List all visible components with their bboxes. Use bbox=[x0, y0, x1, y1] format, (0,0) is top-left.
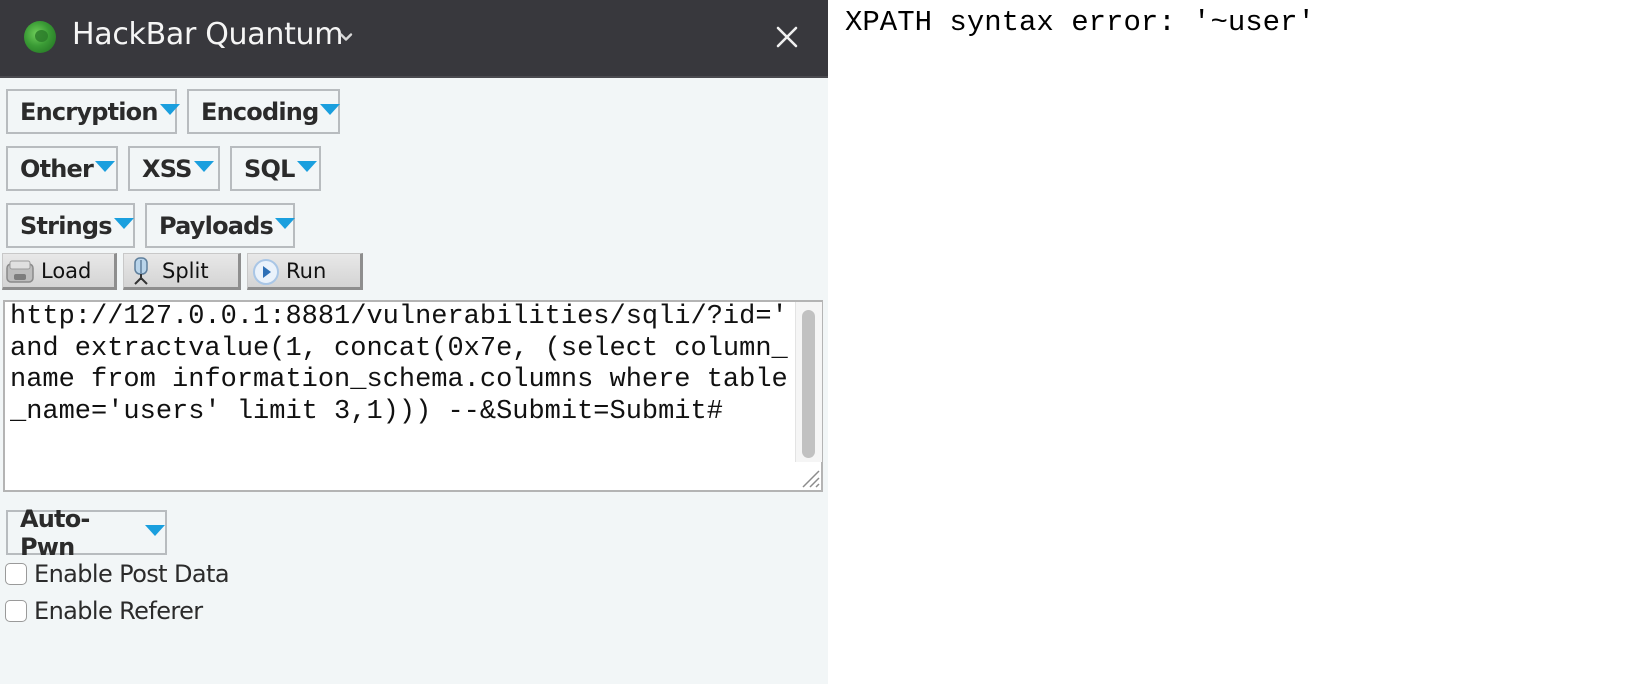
load-label: Load bbox=[41, 258, 92, 283]
run-label: Run bbox=[286, 258, 327, 283]
encoding-menu-button[interactable]: Encoding bbox=[187, 89, 341, 134]
close-icon[interactable] bbox=[772, 22, 802, 52]
load-icon bbox=[6, 260, 34, 283]
resize-handle-icon[interactable] bbox=[797, 465, 821, 489]
strings-menu-button[interactable]: Strings bbox=[6, 203, 135, 248]
strings-menu-label: Strings bbox=[20, 211, 113, 240]
dropdown-arrow-icon bbox=[296, 161, 317, 172]
encryption-menu-label: Encryption bbox=[20, 97, 158, 126]
sql-menu-label: SQL bbox=[244, 154, 295, 183]
other-menu-label: Other bbox=[20, 154, 94, 183]
dropdown-arrow-icon bbox=[159, 104, 180, 115]
enable-referer-label[interactable]: Enable Referer bbox=[34, 597, 203, 625]
sql-menu-button[interactable]: SQL bbox=[230, 146, 321, 191]
hackbar-sidebar: HackBar Quantum Encryption Encoding Othe… bbox=[0, 0, 828, 684]
enable-referer-option[interactable]: Enable Referer bbox=[5, 597, 203, 625]
url-text[interactable]: http://127.0.0.1:8881/vulnerabilities/sq… bbox=[10, 302, 792, 488]
payloads-menu-label: Payloads bbox=[159, 211, 274, 240]
dropdown-arrow-icon bbox=[320, 104, 341, 115]
execute-url-button[interactable]: Run bbox=[247, 253, 363, 290]
enable-referer-checkbox[interactable] bbox=[5, 600, 27, 622]
page-error-message: XPATH syntax error: '~user' bbox=[845, 6, 1315, 39]
chevron-down-icon[interactable] bbox=[339, 30, 353, 44]
enable-post-data-option[interactable]: Enable Post Data bbox=[5, 560, 230, 588]
other-menu-button[interactable]: Other bbox=[6, 146, 118, 191]
split-label: Split bbox=[162, 258, 209, 283]
hackbar-logo-icon bbox=[24, 21, 56, 53]
enable-post-data-label[interactable]: Enable Post Data bbox=[34, 560, 230, 588]
xss-menu-button[interactable]: XSS bbox=[128, 146, 220, 191]
dropdown-arrow-icon bbox=[275, 218, 296, 229]
autopwn-menu-label: Auto-Pwn bbox=[20, 504, 90, 561]
run-icon bbox=[253, 258, 279, 285]
url-textarea[interactable]: http://127.0.0.1:8881/vulnerabilities/sq… bbox=[3, 300, 823, 492]
vertical-scrollbar[interactable] bbox=[795, 302, 822, 462]
load-url-button[interactable]: Load bbox=[2, 253, 117, 290]
split-icon bbox=[134, 256, 148, 285]
payloads-menu-button[interactable]: Payloads bbox=[145, 203, 296, 248]
sidebar-header: HackBar Quantum bbox=[0, 0, 828, 78]
dropdown-arrow-icon bbox=[95, 161, 116, 172]
xss-menu-label: XSS bbox=[142, 154, 192, 183]
encoding-menu-label: Encoding bbox=[201, 97, 319, 126]
autopwn-menu-button[interactable]: Auto-Pwn bbox=[6, 505, 167, 561]
scrollbar-thumb[interactable] bbox=[802, 310, 815, 458]
dropdown-arrow-icon bbox=[193, 161, 214, 172]
dropdown-arrow-icon bbox=[113, 218, 134, 229]
sidebar-title[interactable]: HackBar Quantum bbox=[72, 17, 343, 52]
enable-post-data-checkbox[interactable] bbox=[5, 563, 27, 585]
encryption-menu-button[interactable]: Encryption bbox=[6, 89, 180, 134]
dropdown-arrow-icon bbox=[145, 525, 165, 536]
split-url-button[interactable]: Split bbox=[123, 253, 241, 290]
